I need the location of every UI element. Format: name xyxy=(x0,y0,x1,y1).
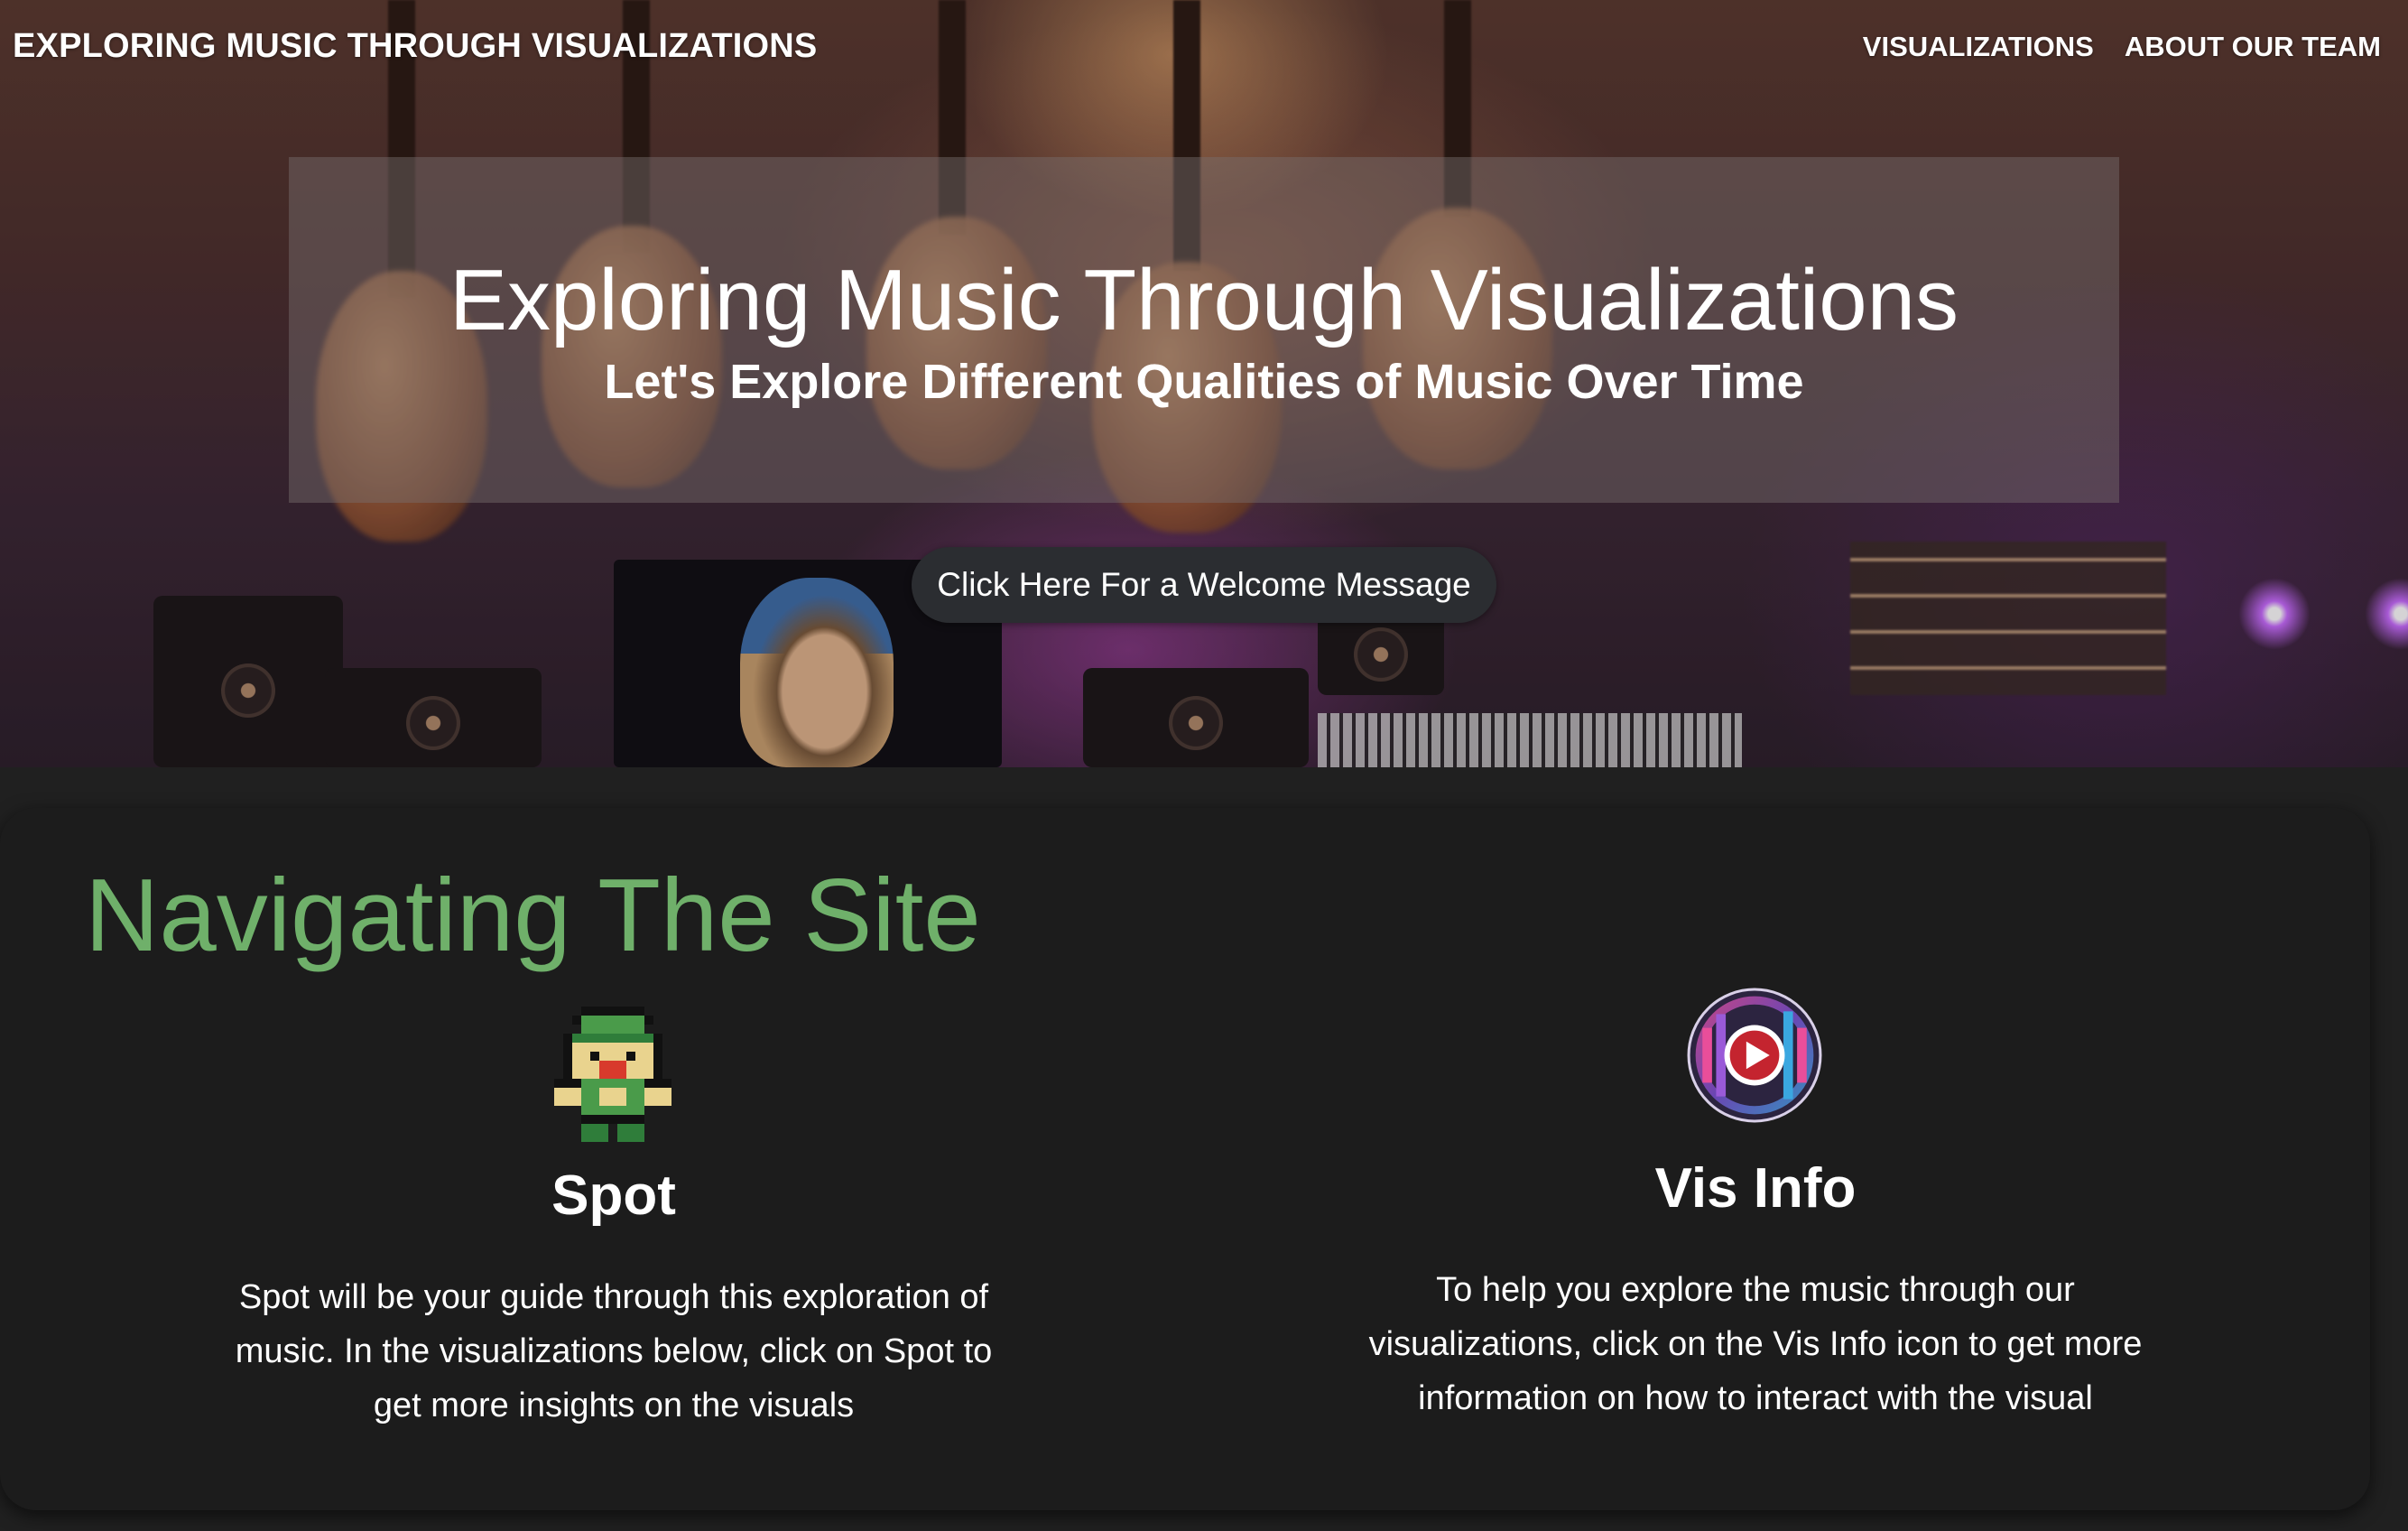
vis-info-description-line: visualizations, click on the Vis Info ic… xyxy=(1368,1325,2143,1363)
vis-info-description: To help you explore the music through ou… xyxy=(1336,1263,2175,1425)
vis-info-title: Vis Info xyxy=(1654,1157,1857,1220)
nav-link-visualizations[interactable]: VISUALIZATIONS xyxy=(1863,31,2094,63)
section-heading: Navigating The Site xyxy=(85,858,981,973)
nav-link-about-our-team[interactable]: ABOUT OUR TEAM xyxy=(2125,31,2381,63)
hero-title: Exploring Music Through Visualizations xyxy=(449,252,1959,348)
navigating-panel: Navigating The Site Spot Spot will be yo… xyxy=(0,808,2370,1510)
top-navigation: VISUALIZATIONS ABOUT OUR TEAM xyxy=(1863,31,2381,63)
hero-subtitle: Let's Explore Different Qualities of Mus… xyxy=(604,355,1804,409)
site-brand[interactable]: EXPLORING MUSIC THROUGH VISUALIZATIONS xyxy=(13,27,817,66)
spot-description-line: Spot will be your guide through this exp… xyxy=(238,1278,989,1316)
vis-info-description-line: To help you explore the music through ou… xyxy=(1436,1271,2075,1309)
welcome-message-button[interactable]: Click Here For a Welcome Message xyxy=(912,547,1496,623)
hero-banner: EXPLORING MUSIC THROUGH VISUALIZATIONS V… xyxy=(0,0,2408,767)
spot-description-line: music. In the visualizations below, clic… xyxy=(235,1332,993,1370)
play-record-icon[interactable] xyxy=(1686,987,1823,1124)
vis-info-description-line: information on how to interact with the … xyxy=(1418,1379,2093,1417)
spot-description-line: get more insights on the visuals xyxy=(373,1387,855,1424)
spot-description: Spot will be your guide through this exp… xyxy=(208,1270,1020,1433)
spot-title: Spot xyxy=(551,1164,676,1227)
pixel-character-icon[interactable] xyxy=(554,1007,671,1142)
hero-title-box: Exploring Music Through Visualizations L… xyxy=(289,157,2119,503)
